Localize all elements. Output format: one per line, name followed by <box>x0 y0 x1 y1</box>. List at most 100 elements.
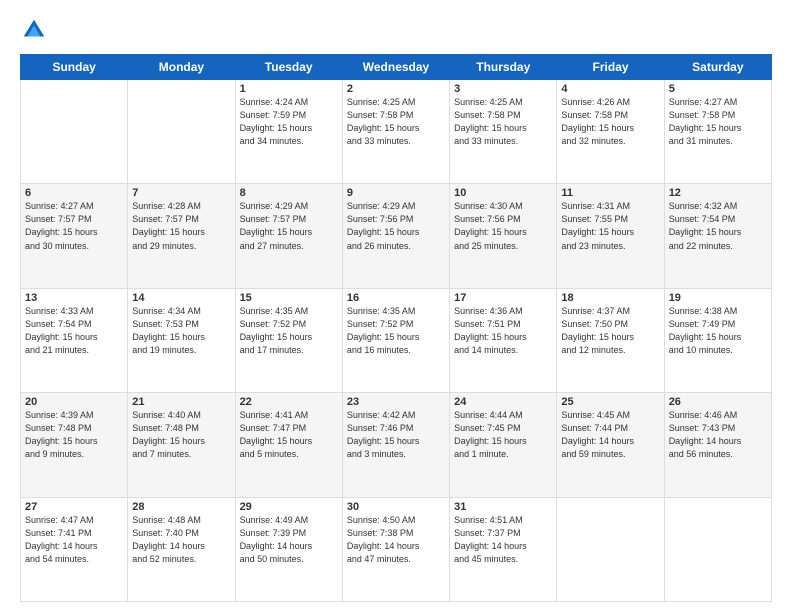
day-info: Sunrise: 4:25 AM Sunset: 7:58 PM Dayligh… <box>347 96 445 148</box>
calendar-cell: 20Sunrise: 4:39 AM Sunset: 7:48 PM Dayli… <box>21 393 128 497</box>
calendar-cell <box>21 80 128 184</box>
day-of-week-header: Thursday <box>450 55 557 80</box>
day-of-week-header: Wednesday <box>342 55 449 80</box>
calendar-cell: 11Sunrise: 4:31 AM Sunset: 7:55 PM Dayli… <box>557 184 664 288</box>
day-info: Sunrise: 4:42 AM Sunset: 7:46 PM Dayligh… <box>347 409 445 461</box>
calendar-cell: 18Sunrise: 4:37 AM Sunset: 7:50 PM Dayli… <box>557 288 664 392</box>
day-info: Sunrise: 4:48 AM Sunset: 7:40 PM Dayligh… <box>132 514 230 566</box>
calendar-week-row: 20Sunrise: 4:39 AM Sunset: 7:48 PM Dayli… <box>21 393 772 497</box>
calendar-cell: 24Sunrise: 4:44 AM Sunset: 7:45 PM Dayli… <box>450 393 557 497</box>
calendar-cell: 22Sunrise: 4:41 AM Sunset: 7:47 PM Dayli… <box>235 393 342 497</box>
day-number: 24 <box>454 396 552 408</box>
day-info: Sunrise: 4:44 AM Sunset: 7:45 PM Dayligh… <box>454 409 552 461</box>
day-number: 20 <box>25 396 123 408</box>
calendar-week-row: 27Sunrise: 4:47 AM Sunset: 7:41 PM Dayli… <box>21 497 772 601</box>
day-number: 16 <box>347 292 445 304</box>
day-info: Sunrise: 4:40 AM Sunset: 7:48 PM Dayligh… <box>132 409 230 461</box>
day-info: Sunrise: 4:41 AM Sunset: 7:47 PM Dayligh… <box>240 409 338 461</box>
day-number: 2 <box>347 83 445 95</box>
day-info: Sunrise: 4:35 AM Sunset: 7:52 PM Dayligh… <box>347 305 445 357</box>
day-of-week-header: Sunday <box>21 55 128 80</box>
calendar-cell: 15Sunrise: 4:35 AM Sunset: 7:52 PM Dayli… <box>235 288 342 392</box>
day-number: 30 <box>347 501 445 513</box>
day-info: Sunrise: 4:39 AM Sunset: 7:48 PM Dayligh… <box>25 409 123 461</box>
day-info: Sunrise: 4:30 AM Sunset: 7:56 PM Dayligh… <box>454 200 552 252</box>
day-number: 11 <box>561 187 659 199</box>
logo-icon <box>20 16 48 44</box>
day-info: Sunrise: 4:35 AM Sunset: 7:52 PM Dayligh… <box>240 305 338 357</box>
calendar-cell: 16Sunrise: 4:35 AM Sunset: 7:52 PM Dayli… <box>342 288 449 392</box>
calendar-cell: 19Sunrise: 4:38 AM Sunset: 7:49 PM Dayli… <box>664 288 771 392</box>
calendar-cell: 30Sunrise: 4:50 AM Sunset: 7:38 PM Dayli… <box>342 497 449 601</box>
day-info: Sunrise: 4:34 AM Sunset: 7:53 PM Dayligh… <box>132 305 230 357</box>
day-number: 12 <box>669 187 767 199</box>
calendar-cell: 14Sunrise: 4:34 AM Sunset: 7:53 PM Dayli… <box>128 288 235 392</box>
calendar-cell <box>557 497 664 601</box>
day-number: 8 <box>240 187 338 199</box>
day-info: Sunrise: 4:50 AM Sunset: 7:38 PM Dayligh… <box>347 514 445 566</box>
day-info: Sunrise: 4:49 AM Sunset: 7:39 PM Dayligh… <box>240 514 338 566</box>
day-info: Sunrise: 4:29 AM Sunset: 7:57 PM Dayligh… <box>240 200 338 252</box>
page: SundayMondayTuesdayWednesdayThursdayFrid… <box>0 0 792 612</box>
day-number: 19 <box>669 292 767 304</box>
calendar-cell: 28Sunrise: 4:48 AM Sunset: 7:40 PM Dayli… <box>128 497 235 601</box>
day-number: 7 <box>132 187 230 199</box>
calendar-week-row: 6Sunrise: 4:27 AM Sunset: 7:57 PM Daylig… <box>21 184 772 288</box>
calendar-cell <box>128 80 235 184</box>
day-number: 14 <box>132 292 230 304</box>
day-number: 17 <box>454 292 552 304</box>
day-info: Sunrise: 4:32 AM Sunset: 7:54 PM Dayligh… <box>669 200 767 252</box>
header <box>20 16 772 44</box>
calendar-cell: 13Sunrise: 4:33 AM Sunset: 7:54 PM Dayli… <box>21 288 128 392</box>
day-info: Sunrise: 4:36 AM Sunset: 7:51 PM Dayligh… <box>454 305 552 357</box>
day-number: 9 <box>347 187 445 199</box>
calendar-cell: 17Sunrise: 4:36 AM Sunset: 7:51 PM Dayli… <box>450 288 557 392</box>
day-number: 1 <box>240 83 338 95</box>
calendar-cell: 25Sunrise: 4:45 AM Sunset: 7:44 PM Dayli… <box>557 393 664 497</box>
day-number: 18 <box>561 292 659 304</box>
day-info: Sunrise: 4:37 AM Sunset: 7:50 PM Dayligh… <box>561 305 659 357</box>
calendar-cell: 5Sunrise: 4:27 AM Sunset: 7:58 PM Daylig… <box>664 80 771 184</box>
day-number: 23 <box>347 396 445 408</box>
day-info: Sunrise: 4:27 AM Sunset: 7:57 PM Dayligh… <box>25 200 123 252</box>
calendar-cell: 12Sunrise: 4:32 AM Sunset: 7:54 PM Dayli… <box>664 184 771 288</box>
day-info: Sunrise: 4:45 AM Sunset: 7:44 PM Dayligh… <box>561 409 659 461</box>
day-info: Sunrise: 4:47 AM Sunset: 7:41 PM Dayligh… <box>25 514 123 566</box>
logo <box>20 16 52 44</box>
day-number: 15 <box>240 292 338 304</box>
calendar-cell: 8Sunrise: 4:29 AM Sunset: 7:57 PM Daylig… <box>235 184 342 288</box>
calendar-cell: 2Sunrise: 4:25 AM Sunset: 7:58 PM Daylig… <box>342 80 449 184</box>
day-of-week-header: Saturday <box>664 55 771 80</box>
calendar-cell: 21Sunrise: 4:40 AM Sunset: 7:48 PM Dayli… <box>128 393 235 497</box>
day-number: 26 <box>669 396 767 408</box>
day-info: Sunrise: 4:51 AM Sunset: 7:37 PM Dayligh… <box>454 514 552 566</box>
day-number: 4 <box>561 83 659 95</box>
calendar-table: SundayMondayTuesdayWednesdayThursdayFrid… <box>20 54 772 602</box>
calendar-header-row: SundayMondayTuesdayWednesdayThursdayFrid… <box>21 55 772 80</box>
calendar-cell <box>664 497 771 601</box>
day-number: 22 <box>240 396 338 408</box>
day-number: 28 <box>132 501 230 513</box>
calendar-cell: 1Sunrise: 4:24 AM Sunset: 7:59 PM Daylig… <box>235 80 342 184</box>
calendar-cell: 23Sunrise: 4:42 AM Sunset: 7:46 PM Dayli… <box>342 393 449 497</box>
day-number: 5 <box>669 83 767 95</box>
day-info: Sunrise: 4:24 AM Sunset: 7:59 PM Dayligh… <box>240 96 338 148</box>
calendar-cell: 31Sunrise: 4:51 AM Sunset: 7:37 PM Dayli… <box>450 497 557 601</box>
day-number: 3 <box>454 83 552 95</box>
day-info: Sunrise: 4:38 AM Sunset: 7:49 PM Dayligh… <box>669 305 767 357</box>
calendar-week-row: 1Sunrise: 4:24 AM Sunset: 7:59 PM Daylig… <box>21 80 772 184</box>
calendar-cell: 9Sunrise: 4:29 AM Sunset: 7:56 PM Daylig… <box>342 184 449 288</box>
day-number: 31 <box>454 501 552 513</box>
day-number: 25 <box>561 396 659 408</box>
day-info: Sunrise: 4:29 AM Sunset: 7:56 PM Dayligh… <box>347 200 445 252</box>
calendar-cell: 29Sunrise: 4:49 AM Sunset: 7:39 PM Dayli… <box>235 497 342 601</box>
day-of-week-header: Tuesday <box>235 55 342 80</box>
calendar-cell: 26Sunrise: 4:46 AM Sunset: 7:43 PM Dayli… <box>664 393 771 497</box>
day-number: 6 <box>25 187 123 199</box>
day-number: 21 <box>132 396 230 408</box>
calendar-cell: 27Sunrise: 4:47 AM Sunset: 7:41 PM Dayli… <box>21 497 128 601</box>
day-info: Sunrise: 4:27 AM Sunset: 7:58 PM Dayligh… <box>669 96 767 148</box>
day-number: 29 <box>240 501 338 513</box>
day-info: Sunrise: 4:46 AM Sunset: 7:43 PM Dayligh… <box>669 409 767 461</box>
day-info: Sunrise: 4:33 AM Sunset: 7:54 PM Dayligh… <box>25 305 123 357</box>
